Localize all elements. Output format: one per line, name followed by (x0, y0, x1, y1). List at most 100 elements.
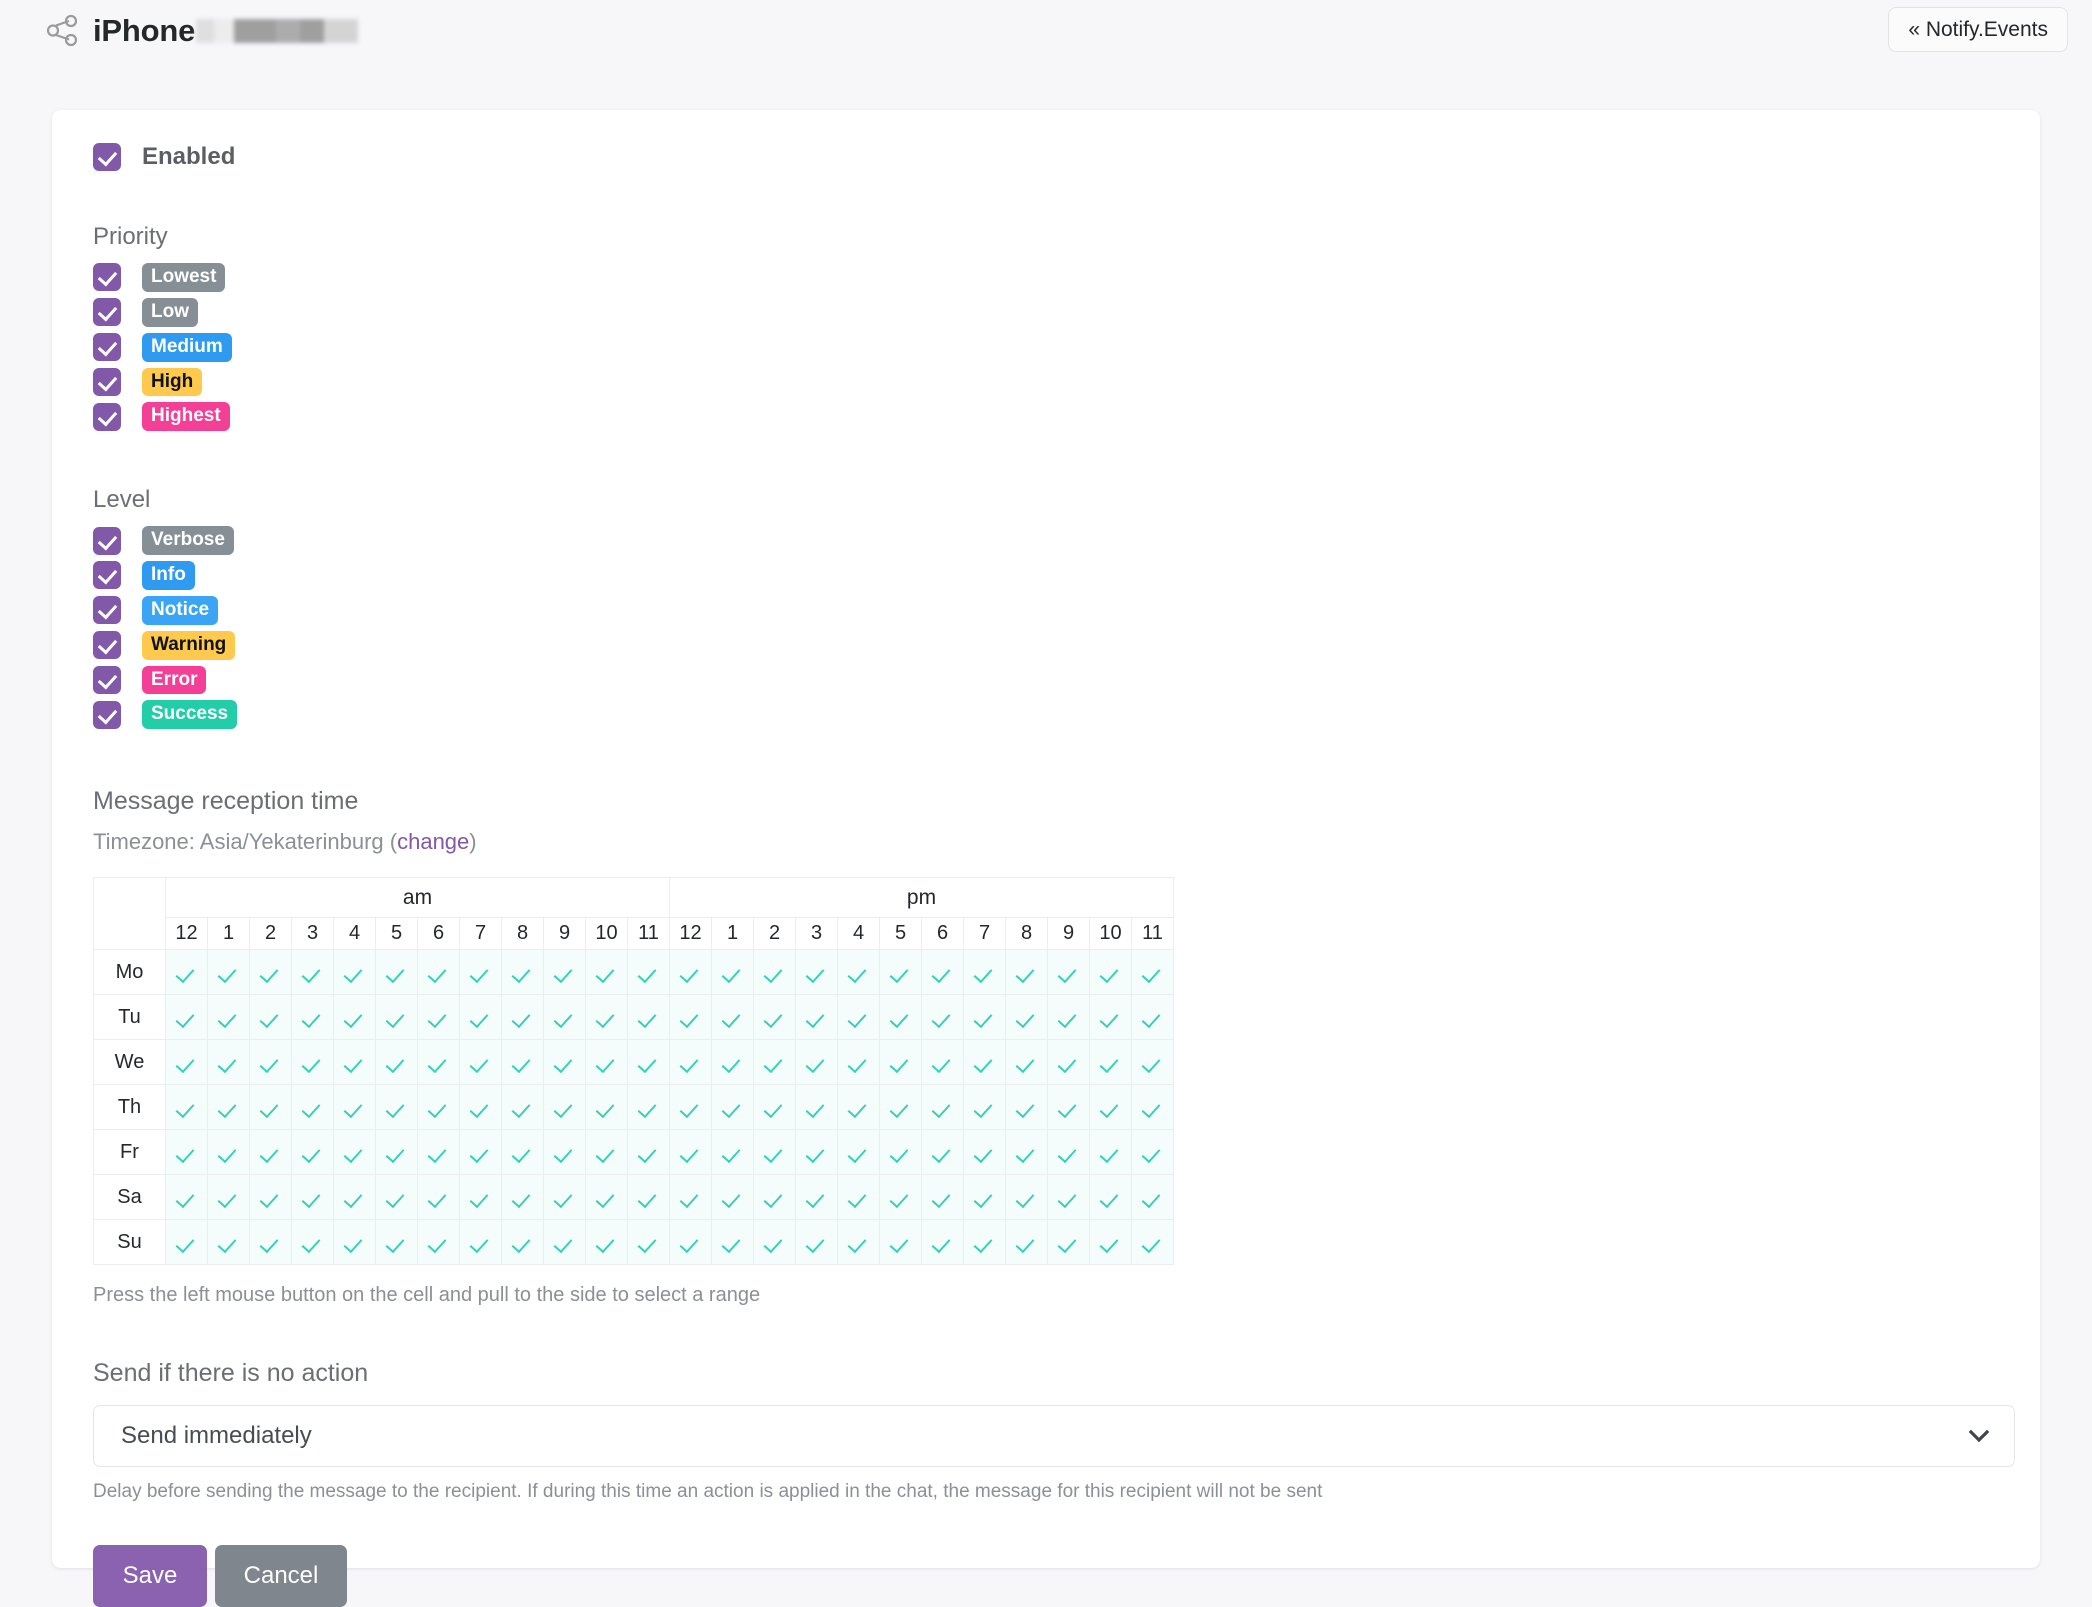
grid-cell-fr-am4[interactable] (333, 1129, 376, 1176)
grid-cell-fr-pm7[interactable] (963, 1129, 1006, 1176)
grid-cell-sa-pm10[interactable] (1089, 1174, 1132, 1221)
grid-cell-fr-pm2[interactable] (753, 1129, 796, 1176)
grid-cell-we-am1[interactable] (207, 1039, 250, 1086)
grid-cell-th-pm11[interactable] (1131, 1084, 1174, 1131)
grid-cell-sa-am7[interactable] (459, 1174, 502, 1221)
grid-cell-fr-am5[interactable] (375, 1129, 418, 1176)
grid-cell-su-am1[interactable] (207, 1219, 250, 1266)
level-checkbox-info[interactable] (93, 561, 121, 590)
grid-cell-tu-pm3[interactable] (795, 994, 838, 1041)
level-checkbox-warning[interactable] (93, 631, 121, 660)
grid-cell-tu-pm8[interactable] (1005, 994, 1048, 1041)
grid-cell-fr-am3[interactable] (291, 1129, 334, 1176)
grid-cell-th-am7[interactable] (459, 1084, 502, 1131)
grid-cell-we-am12[interactable] (165, 1039, 208, 1086)
grid-cell-tu-pm11[interactable] (1131, 994, 1174, 1041)
grid-cell-su-am10[interactable] (585, 1219, 628, 1266)
grid-cell-th-pm6[interactable] (921, 1084, 964, 1131)
grid-cell-sa-am5[interactable] (375, 1174, 418, 1221)
grid-cell-mo-am3[interactable] (291, 949, 334, 996)
grid-cell-su-am8[interactable] (501, 1219, 544, 1266)
enabled-checkbox[interactable] (93, 143, 121, 171)
grid-cell-mo-pm10[interactable] (1089, 949, 1132, 996)
grid-cell-su-am2[interactable] (249, 1219, 292, 1266)
grid-cell-mo-am10[interactable] (585, 949, 628, 996)
grid-cell-we-pm8[interactable] (1005, 1039, 1048, 1086)
grid-cell-th-am2[interactable] (249, 1084, 292, 1131)
grid-cell-fr-pm8[interactable] (1005, 1129, 1048, 1176)
grid-cell-su-am7[interactable] (459, 1219, 502, 1266)
priority-checkbox-highest[interactable] (93, 402, 121, 431)
grid-cell-sa-am12[interactable] (165, 1174, 208, 1221)
grid-cell-su-am12[interactable] (165, 1219, 208, 1266)
grid-cell-tu-am6[interactable] (417, 994, 460, 1041)
grid-cell-tu-pm6[interactable] (921, 994, 964, 1041)
priority-checkbox-low[interactable] (93, 298, 121, 327)
grid-cell-sa-am10[interactable] (585, 1174, 628, 1221)
grid-cell-fr-pm3[interactable] (795, 1129, 838, 1176)
grid-cell-mo-am2[interactable] (249, 949, 292, 996)
grid-cell-we-pm1[interactable] (711, 1039, 754, 1086)
grid-cell-we-pm7[interactable] (963, 1039, 1006, 1086)
grid-cell-sa-pm7[interactable] (963, 1174, 1006, 1221)
grid-cell-su-am11[interactable] (627, 1219, 670, 1266)
grid-cell-sa-pm8[interactable] (1005, 1174, 1048, 1221)
grid-cell-sa-am6[interactable] (417, 1174, 460, 1221)
grid-cell-su-pm7[interactable] (963, 1219, 1006, 1266)
grid-cell-we-am7[interactable] (459, 1039, 502, 1086)
grid-cell-fr-pm1[interactable] (711, 1129, 754, 1176)
grid-cell-we-am2[interactable] (249, 1039, 292, 1086)
grid-cell-sa-pm1[interactable] (711, 1174, 754, 1221)
grid-cell-sa-pm5[interactable] (879, 1174, 922, 1221)
grid-cell-fr-pm6[interactable] (921, 1129, 964, 1176)
grid-cell-th-am3[interactable] (291, 1084, 334, 1131)
grid-cell-th-am1[interactable] (207, 1084, 250, 1131)
grid-cell-tu-pm1[interactable] (711, 994, 754, 1041)
level-checkbox-success[interactable] (93, 700, 121, 729)
grid-cell-mo-pm7[interactable] (963, 949, 1006, 996)
level-checkbox-error[interactable] (93, 666, 121, 695)
grid-cell-su-pm5[interactable] (879, 1219, 922, 1266)
grid-cell-fr-pm4[interactable] (837, 1129, 880, 1176)
grid-cell-fr-am7[interactable] (459, 1129, 502, 1176)
grid-cell-we-am9[interactable] (543, 1039, 586, 1086)
grid-cell-sa-pm4[interactable] (837, 1174, 880, 1221)
timezone-change-link[interactable]: change (397, 829, 469, 854)
grid-cell-th-pm12[interactable] (669, 1084, 712, 1131)
grid-cell-we-am10[interactable] (585, 1039, 628, 1086)
grid-cell-we-pm9[interactable] (1047, 1039, 1090, 1086)
grid-cell-we-am8[interactable] (501, 1039, 544, 1086)
grid-cell-sa-pm12[interactable] (669, 1174, 712, 1221)
grid-cell-mo-am11[interactable] (627, 949, 670, 996)
grid-cell-mo-am7[interactable] (459, 949, 502, 996)
grid-cell-we-pm4[interactable] (837, 1039, 880, 1086)
send-delay-select[interactable]: Send immediately (93, 1405, 2015, 1468)
save-button[interactable]: Save (93, 1545, 207, 1607)
grid-cell-sa-am8[interactable] (501, 1174, 544, 1221)
grid-cell-mo-pm3[interactable] (795, 949, 838, 996)
grid-cell-sa-am3[interactable] (291, 1174, 334, 1221)
grid-cell-su-am4[interactable] (333, 1219, 376, 1266)
grid-cell-sa-pm2[interactable] (753, 1174, 796, 1221)
grid-cell-fr-pm11[interactable] (1131, 1129, 1174, 1176)
grid-cell-we-pm2[interactable] (753, 1039, 796, 1086)
grid-cell-su-pm3[interactable] (795, 1219, 838, 1266)
grid-cell-th-pm1[interactable] (711, 1084, 754, 1131)
priority-checkbox-lowest[interactable] (93, 263, 121, 292)
grid-cell-th-am11[interactable] (627, 1084, 670, 1131)
grid-cell-mo-pm9[interactable] (1047, 949, 1090, 996)
grid-cell-we-am3[interactable] (291, 1039, 334, 1086)
grid-cell-tu-pm10[interactable] (1089, 994, 1132, 1041)
grid-cell-mo-am9[interactable] (543, 949, 586, 996)
grid-cell-su-pm10[interactable] (1089, 1219, 1132, 1266)
priority-checkbox-high[interactable] (93, 367, 121, 396)
grid-cell-mo-pm8[interactable] (1005, 949, 1048, 996)
grid-cell-fr-am12[interactable] (165, 1129, 208, 1176)
grid-cell-sa-pm11[interactable] (1131, 1174, 1174, 1221)
grid-cell-fr-pm5[interactable] (879, 1129, 922, 1176)
grid-cell-th-am12[interactable] (165, 1084, 208, 1131)
grid-cell-th-am6[interactable] (417, 1084, 460, 1131)
grid-cell-mo-pm2[interactable] (753, 949, 796, 996)
grid-cell-mo-am8[interactable] (501, 949, 544, 996)
grid-cell-tu-am3[interactable] (291, 994, 334, 1041)
